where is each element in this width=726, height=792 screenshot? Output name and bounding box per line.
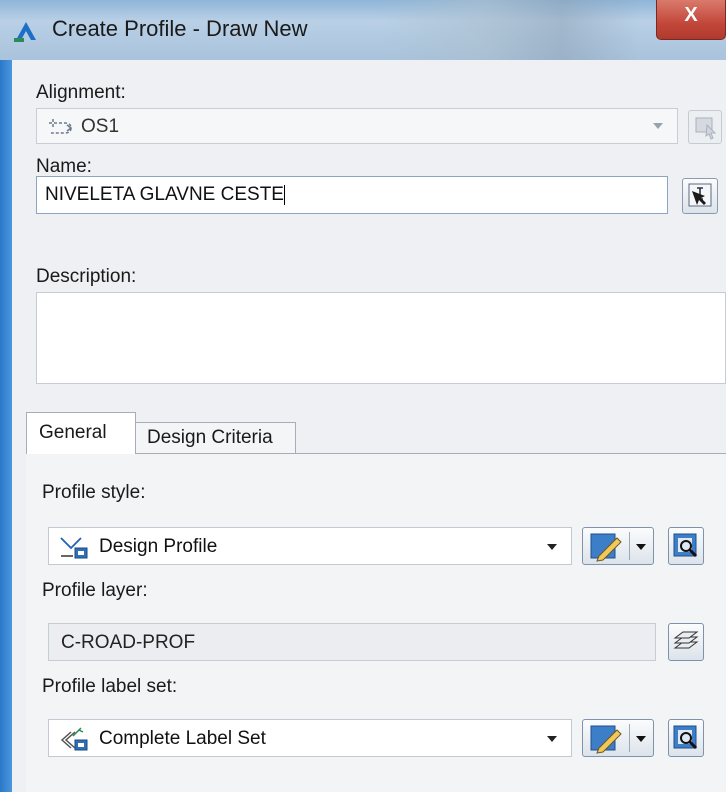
chevron-down-icon[interactable] <box>636 544 646 550</box>
layer-button[interactable] <box>668 623 704 661</box>
profile-layer-label: Profile layer: <box>42 580 148 601</box>
window-title: Create Profile - Draw New <box>52 16 308 41</box>
label-set-icon <box>60 727 88 751</box>
chevron-down-icon[interactable] <box>547 736 557 742</box>
profile-label-set-label: Profile label set: <box>42 676 178 697</box>
window-frame-left <box>0 0 12 792</box>
create-profile-dialog: Alignment: OS1 Name: NIVELETA GLAVNE CES… <box>12 60 726 792</box>
text-cursor <box>283 184 285 205</box>
tab-control: General Design Criteria Profile style: D… <box>12 412 726 792</box>
edit-style-icon <box>590 725 622 754</box>
profile-label-set-combo[interactable]: Complete Label Set <box>48 719 572 757</box>
pick-from-drawing-icon <box>695 117 717 140</box>
name-template-button[interactable] <box>682 178 718 214</box>
preview-icon <box>673 725 698 750</box>
edit-style-split-button[interactable] <box>582 527 654 565</box>
alignment-value: OS1 <box>81 116 120 137</box>
profile-layer-field: C-ROAD-PROF <box>48 623 656 661</box>
name-input[interactable]: NIVELETA GLAVNE CESTE <box>36 176 668 214</box>
chevron-down-icon[interactable] <box>636 736 646 742</box>
chevron-down-icon[interactable] <box>653 123 663 129</box>
edit-label-set-split-button[interactable] <box>582 719 654 757</box>
civil3d-app-icon <box>14 22 36 42</box>
preview-label-set-button[interactable] <box>668 719 704 757</box>
profile-layer-value: C-ROAD-PROF <box>61 632 196 653</box>
profile-style-icon <box>60 537 88 559</box>
layers-icon <box>673 631 699 649</box>
profile-style-label: Profile style: <box>42 482 146 503</box>
tab-design-criteria[interactable]: Design Criteria <box>134 422 296 454</box>
profile-style-value: Design Profile <box>99 536 218 557</box>
chevron-down-icon[interactable] <box>547 544 557 550</box>
preview-style-button[interactable] <box>668 527 704 565</box>
close-button[interactable]: X <box>656 0 726 40</box>
name-label: Name: <box>36 156 92 177</box>
preview-icon <box>673 533 698 558</box>
profile-label-set-value: Complete Label Set <box>99 728 266 749</box>
general-tab-panel: Profile style: Design Profile Profile la… <box>26 453 726 792</box>
profile-style-combo[interactable]: Design Profile <box>48 527 572 565</box>
title-bar: Create Profile - Draw New X <box>0 0 726 60</box>
alignment-combo[interactable]: OS1 <box>36 108 678 144</box>
alignment-icon <box>49 119 73 134</box>
select-alignment-button[interactable] <box>688 110 722 144</box>
alignment-label: Alignment: <box>36 82 126 103</box>
tab-general[interactable]: General <box>26 412 136 454</box>
name-template-icon <box>688 183 712 207</box>
description-textarea[interactable] <box>36 292 726 384</box>
description-label: Description: <box>36 266 137 287</box>
edit-style-icon <box>590 533 622 562</box>
name-input-value: NIVELETA GLAVNE CESTE <box>45 184 284 205</box>
